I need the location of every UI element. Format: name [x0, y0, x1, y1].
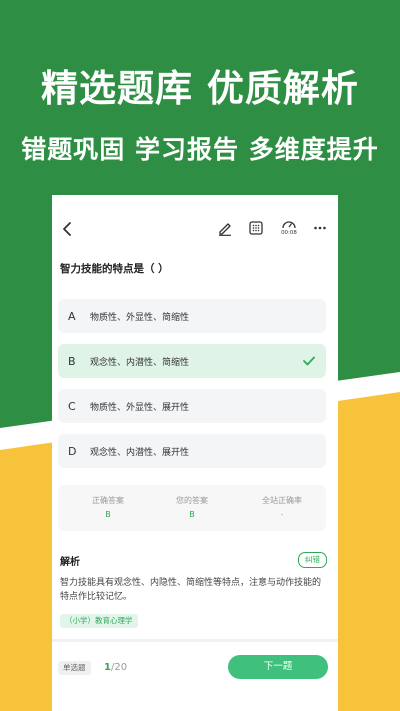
promo-subheadline: 错题巩固 学习报告 多维度提升: [21, 135, 379, 164]
calculator-icon[interactable]: [248, 220, 264, 236]
phone-screen: 00:08 智力技能的特点是（ ） A 物质性、外显性、简缩性 B 观念性、内潜…: [52, 195, 338, 711]
option-b[interactable]: B 观念性、内潜性、简缩性: [58, 344, 326, 378]
option-letter: D: [68, 444, 77, 458]
option-d[interactable]: D 观念性、内潜性、展开性: [58, 434, 326, 468]
stat-value: -: [280, 510, 284, 519]
option-a[interactable]: A 物质性、外显性、简缩性: [58, 299, 326, 333]
option-letter: B: [68, 354, 76, 368]
bottom-bar: 单选题 1/20 下一题: [52, 649, 338, 711]
analysis-title: 解析: [60, 557, 80, 568]
option-c[interactable]: C 物质性、外显性、展开性: [58, 389, 326, 423]
option-letter: C: [68, 399, 76, 413]
stat-site-rate: 全站正确率 -: [242, 495, 322, 519]
stat-value: B: [189, 510, 195, 519]
current-question: 1: [104, 662, 111, 673]
question-progress: 1/20: [104, 661, 127, 675]
next-question-button[interactable]: 下一题: [228, 655, 328, 679]
option-text: 物质性、外显性、展开性: [90, 402, 190, 413]
stat-your-answer: 您的答案 B: [152, 495, 232, 519]
subject-tag[interactable]: （小学）教育心理学: [60, 614, 138, 628]
stat-label: 正确答案: [92, 496, 124, 505]
timer-text: 00:08: [281, 230, 297, 236]
more-icon[interactable]: [312, 220, 328, 236]
chevron-left-icon[interactable]: [58, 220, 76, 238]
pencil-icon[interactable]: [217, 220, 233, 236]
divider: [52, 639, 338, 642]
report-error-button[interactable]: 纠错: [298, 552, 327, 568]
top-toolbar: 00:08: [52, 217, 338, 241]
option-text: 观念性、内潜性、简缩性: [90, 357, 190, 368]
question-type-badge: 单选题: [58, 661, 91, 675]
stat-correct-answer: 正确答案 B: [68, 495, 148, 519]
analysis-text: 智力技能具有观念性、内隐性、简缩性等特点，注意与动作技能的特点作比较记忆。: [60, 578, 322, 602]
answer-stats: 正确答案 B 您的答案 B 全站正确率 -: [58, 485, 326, 531]
stat-value: B: [105, 510, 111, 519]
stat-label: 您的答案: [176, 496, 208, 505]
question-text: 智力技能的特点是（ ）: [60, 263, 169, 275]
promo-headline: 精选题库 优质解析: [41, 67, 359, 110]
option-text: 物质性、外显性、简缩性: [90, 312, 190, 323]
total-questions: /20: [110, 662, 128, 673]
option-text: 观念性、内潜性、展开性: [90, 447, 190, 458]
timer-icon[interactable]: [280, 218, 298, 230]
check-icon: [303, 356, 315, 366]
stat-label: 全站正确率: [262, 496, 302, 505]
option-letter: A: [68, 309, 76, 323]
